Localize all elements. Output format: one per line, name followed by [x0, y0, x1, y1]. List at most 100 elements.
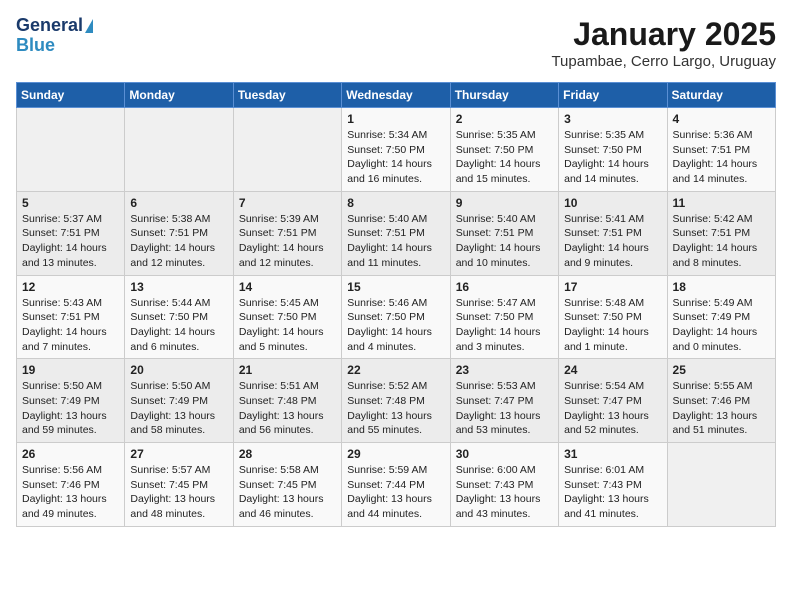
day-info: Sunrise: 5:49 AM Sunset: 7:49 PM Dayligh…	[673, 296, 770, 355]
calendar-cell: 9Sunrise: 5:40 AM Sunset: 7:51 PM Daylig…	[450, 191, 558, 275]
calendar-cell: 11Sunrise: 5:42 AM Sunset: 7:51 PM Dayli…	[667, 191, 775, 275]
calendar-cell: 21 Sunrise: 5:51 AM Sunset: 7:48 PM Dayli…	[233, 359, 341, 443]
calendar-cell: 10 Sunrise: 5:41 AM Sunset: 7:51 PM Dayli…	[559, 191, 667, 275]
calendar-cell: 30Sunrise: 6:00 AM Sunset: 7:43 PM Dayli…	[450, 443, 558, 527]
calendar-cell: 22Sunrise: 5:52 AM Sunset: 7:48 PM Dayli…	[342, 359, 450, 443]
day-number: 26	[22, 447, 119, 461]
calendar-cell: 14 Sunrise: 5:45 AM Sunset: 7:50 PM Dayli…	[233, 275, 341, 359]
weekday-header: Tuesday	[233, 83, 341, 108]
weekday-header: Wednesday	[342, 83, 450, 108]
weekday-header: Thursday	[450, 83, 558, 108]
day-info: Sunrise: 5:38 AM Sunset: 7:51 PM Dayligh…	[130, 212, 227, 271]
page-title: January 2025	[551, 16, 776, 53]
calendar-cell: 7 Sunrise: 5:39 AM Sunset: 7:51 PM Daylig…	[233, 191, 341, 275]
calendar-cell: 16 Sunrise: 5:47 AM Sunset: 7:50 PM Dayli…	[450, 275, 558, 359]
calendar-cell: 27 Sunrise: 5:57 AM Sunset: 7:45 PM Dayli…	[125, 443, 233, 527]
day-info: Sunrise: 5:50 AM Sunset: 7:49 PM Dayligh…	[22, 379, 119, 438]
calendar-cell: 31 Sunrise: 6:01 AM Sunset: 7:43 PM Dayli…	[559, 443, 667, 527]
logo-blue-text: Blue	[16, 36, 93, 56]
calendar-week-row: 26Sunrise: 5:56 AM Sunset: 7:46 PM Dayli…	[17, 443, 776, 527]
day-number: 31	[564, 447, 661, 461]
calendar-cell: 13Sunrise: 5:44 AM Sunset: 7:50 PM Dayli…	[125, 275, 233, 359]
day-number: 6	[130, 196, 227, 210]
calendar-cell: 28 Sunrise: 5:58 AM Sunset: 7:45 PM Dayli…	[233, 443, 341, 527]
day-info: Sunrise: 5:45 AM Sunset: 7:50 PM Dayligh…	[239, 296, 336, 355]
calendar-week-row: 5Sunrise: 5:37 AM Sunset: 7:51 PM Daylig…	[17, 191, 776, 275]
day-info: Sunrise: 5:55 AM Sunset: 7:46 PM Dayligh…	[673, 379, 770, 438]
day-number: 20	[130, 363, 227, 377]
calendar-cell: 26Sunrise: 5:56 AM Sunset: 7:46 PM Dayli…	[17, 443, 125, 527]
title-block: January 2025 Tupambae, Cerro Largo, Urug…	[551, 16, 776, 70]
day-number: 29	[347, 447, 444, 461]
day-info: Sunrise: 5:35 AM Sunset: 7:50 PM Dayligh…	[456, 128, 553, 187]
day-number: 10	[564, 196, 661, 210]
calendar-cell	[233, 108, 341, 192]
weekday-header: Saturday	[667, 83, 775, 108]
day-info: Sunrise: 5:43 AM Sunset: 7:51 PM Dayligh…	[22, 296, 119, 355]
day-number: 4	[673, 112, 770, 126]
calendar-cell: 5Sunrise: 5:37 AM Sunset: 7:51 PM Daylig…	[17, 191, 125, 275]
calendar-cell	[17, 108, 125, 192]
day-info: Sunrise: 6:01 AM Sunset: 7:43 PM Dayligh…	[564, 463, 661, 522]
day-info: Sunrise: 5:37 AM Sunset: 7:51 PM Dayligh…	[22, 212, 119, 271]
day-info: Sunrise: 5:52 AM Sunset: 7:48 PM Dayligh…	[347, 379, 444, 438]
day-number: 25	[673, 363, 770, 377]
calendar-week-row: 12 Sunrise: 5:43 AM Sunset: 7:51 PM Dayli…	[17, 275, 776, 359]
day-number: 28	[239, 447, 336, 461]
day-number: 21	[239, 363, 336, 377]
day-number: 7	[239, 196, 336, 210]
page-subtitle: Tupambae, Cerro Largo, Uruguay	[551, 53, 776, 70]
day-info: Sunrise: 5:47 AM Sunset: 7:50 PM Dayligh…	[456, 296, 553, 355]
calendar-cell: 23Sunrise: 5:53 AM Sunset: 7:47 PM Dayli…	[450, 359, 558, 443]
day-info: Sunrise: 5:48 AM Sunset: 7:50 PM Dayligh…	[564, 296, 661, 355]
day-number: 14	[239, 280, 336, 294]
day-info: Sunrise: 5:46 AM Sunset: 7:50 PM Dayligh…	[347, 296, 444, 355]
page-header: General Blue January 2025 Tupambae, Cerr…	[16, 16, 776, 70]
calendar-cell: 2 Sunrise: 5:35 AM Sunset: 7:50 PM Daylig…	[450, 108, 558, 192]
day-number: 13	[130, 280, 227, 294]
calendar-cell: 29 Sunrise: 5:59 AM Sunset: 7:44 PM Dayli…	[342, 443, 450, 527]
logo: General Blue	[16, 16, 93, 56]
day-info: Sunrise: 5:41 AM Sunset: 7:51 PM Dayligh…	[564, 212, 661, 271]
day-number: 12	[22, 280, 119, 294]
logo-icon	[85, 19, 93, 33]
day-number: 19	[22, 363, 119, 377]
calendar-table: SundayMondayTuesdayWednesdayThursdayFrid…	[16, 82, 776, 527]
day-info: Sunrise: 5:36 AM Sunset: 7:51 PM Dayligh…	[673, 128, 770, 187]
calendar-cell	[125, 108, 233, 192]
calendar-week-row: 19 Sunrise: 5:50 AM Sunset: 7:49 PM Dayli…	[17, 359, 776, 443]
calendar-cell: 19 Sunrise: 5:50 AM Sunset: 7:49 PM Dayli…	[17, 359, 125, 443]
day-info: Sunrise: 5:40 AM Sunset: 7:51 PM Dayligh…	[456, 212, 553, 271]
day-number: 27	[130, 447, 227, 461]
calendar-cell: 6 Sunrise: 5:38 AM Sunset: 7:51 PM Daylig…	[125, 191, 233, 275]
calendar-cell	[667, 443, 775, 527]
day-info: Sunrise: 5:54 AM Sunset: 7:47 PM Dayligh…	[564, 379, 661, 438]
calendar-header-row: SundayMondayTuesdayWednesdayThursdayFrid…	[17, 83, 776, 108]
day-info: Sunrise: 5:58 AM Sunset: 7:45 PM Dayligh…	[239, 463, 336, 522]
day-info: Sunrise: 5:53 AM Sunset: 7:47 PM Dayligh…	[456, 379, 553, 438]
day-number: 24	[564, 363, 661, 377]
day-number: 16	[456, 280, 553, 294]
calendar-cell: 4 Sunrise: 5:36 AM Sunset: 7:51 PM Daylig…	[667, 108, 775, 192]
logo-general-text: General	[16, 16, 83, 36]
day-info: Sunrise: 5:40 AM Sunset: 7:51 PM Dayligh…	[347, 212, 444, 271]
day-info: Sunrise: 5:50 AM Sunset: 7:49 PM Dayligh…	[130, 379, 227, 438]
day-number: 18	[673, 280, 770, 294]
weekday-header: Monday	[125, 83, 233, 108]
day-info: Sunrise: 5:51 AM Sunset: 7:48 PM Dayligh…	[239, 379, 336, 438]
calendar-week-row: 1Sunrise: 5:34 AM Sunset: 7:50 PM Daylig…	[17, 108, 776, 192]
calendar-cell: 8Sunrise: 5:40 AM Sunset: 7:51 PM Daylig…	[342, 191, 450, 275]
day-info: Sunrise: 5:59 AM Sunset: 7:44 PM Dayligh…	[347, 463, 444, 522]
calendar-cell: 17 Sunrise: 5:48 AM Sunset: 7:50 PM Dayli…	[559, 275, 667, 359]
calendar-cell: 24 Sunrise: 5:54 AM Sunset: 7:47 PM Dayli…	[559, 359, 667, 443]
day-info: Sunrise: 5:57 AM Sunset: 7:45 PM Dayligh…	[130, 463, 227, 522]
day-number: 1	[347, 112, 444, 126]
day-number: 3	[564, 112, 661, 126]
day-number: 2	[456, 112, 553, 126]
day-info: Sunrise: 5:39 AM Sunset: 7:51 PM Dayligh…	[239, 212, 336, 271]
calendar-cell: 1Sunrise: 5:34 AM Sunset: 7:50 PM Daylig…	[342, 108, 450, 192]
day-number: 17	[564, 280, 661, 294]
calendar-cell: 18 Sunrise: 5:49 AM Sunset: 7:49 PM Dayli…	[667, 275, 775, 359]
weekday-header: Sunday	[17, 83, 125, 108]
calendar-cell: 15Sunrise: 5:46 AM Sunset: 7:50 PM Dayli…	[342, 275, 450, 359]
